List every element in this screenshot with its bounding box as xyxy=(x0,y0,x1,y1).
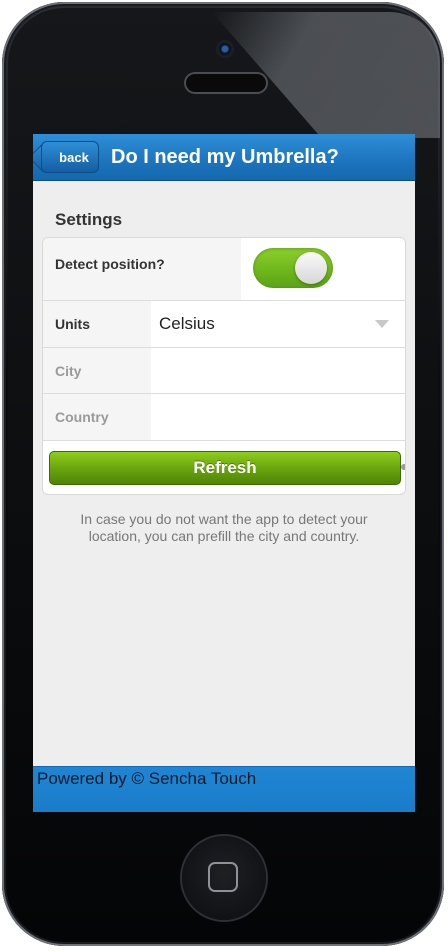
detect-position-toggle[interactable] xyxy=(253,248,333,288)
scroll-indicator xyxy=(401,464,405,470)
city-label: City xyxy=(43,348,151,393)
camera-icon xyxy=(216,40,234,58)
country-input[interactable] xyxy=(151,394,405,440)
city-row: City xyxy=(43,348,405,394)
app-screen: back Do I need my Umbrella? Settings Det… xyxy=(33,134,415,812)
chevron-down-icon[interactable] xyxy=(375,320,389,328)
home-square-icon xyxy=(208,862,238,892)
back-button-wrap: back xyxy=(41,141,99,173)
settings-heading: Settings xyxy=(55,210,123,229)
footer-text: Powered by © Sencha Touch xyxy=(37,769,257,788)
home-button[interactable] xyxy=(182,836,266,920)
detect-position-row: Detect position? xyxy=(43,238,405,301)
page-title: Do I need my Umbrella? xyxy=(111,146,339,168)
speaker-grille xyxy=(186,74,266,92)
detect-position-label: Detect position? xyxy=(43,238,241,300)
city-input[interactable] xyxy=(151,348,405,393)
country-label: Country xyxy=(43,394,151,440)
units-row: Units Celsius xyxy=(43,301,405,348)
settings-hint: In case you do not want the app to detec… xyxy=(80,511,368,544)
country-row: Country xyxy=(43,394,405,441)
units-label: Units xyxy=(43,301,151,347)
back-button[interactable]: back xyxy=(41,141,99,173)
title-bar: back Do I need my Umbrella? xyxy=(33,134,415,181)
units-select[interactable]: Celsius xyxy=(159,301,215,347)
refresh-button[interactable]: Refresh xyxy=(49,451,401,485)
footer-bar: Powered by © Sencha Touch xyxy=(33,766,415,812)
toggle-knob xyxy=(295,252,327,284)
settings-form: Detect position? Units Celsius City Coun… xyxy=(42,237,406,495)
